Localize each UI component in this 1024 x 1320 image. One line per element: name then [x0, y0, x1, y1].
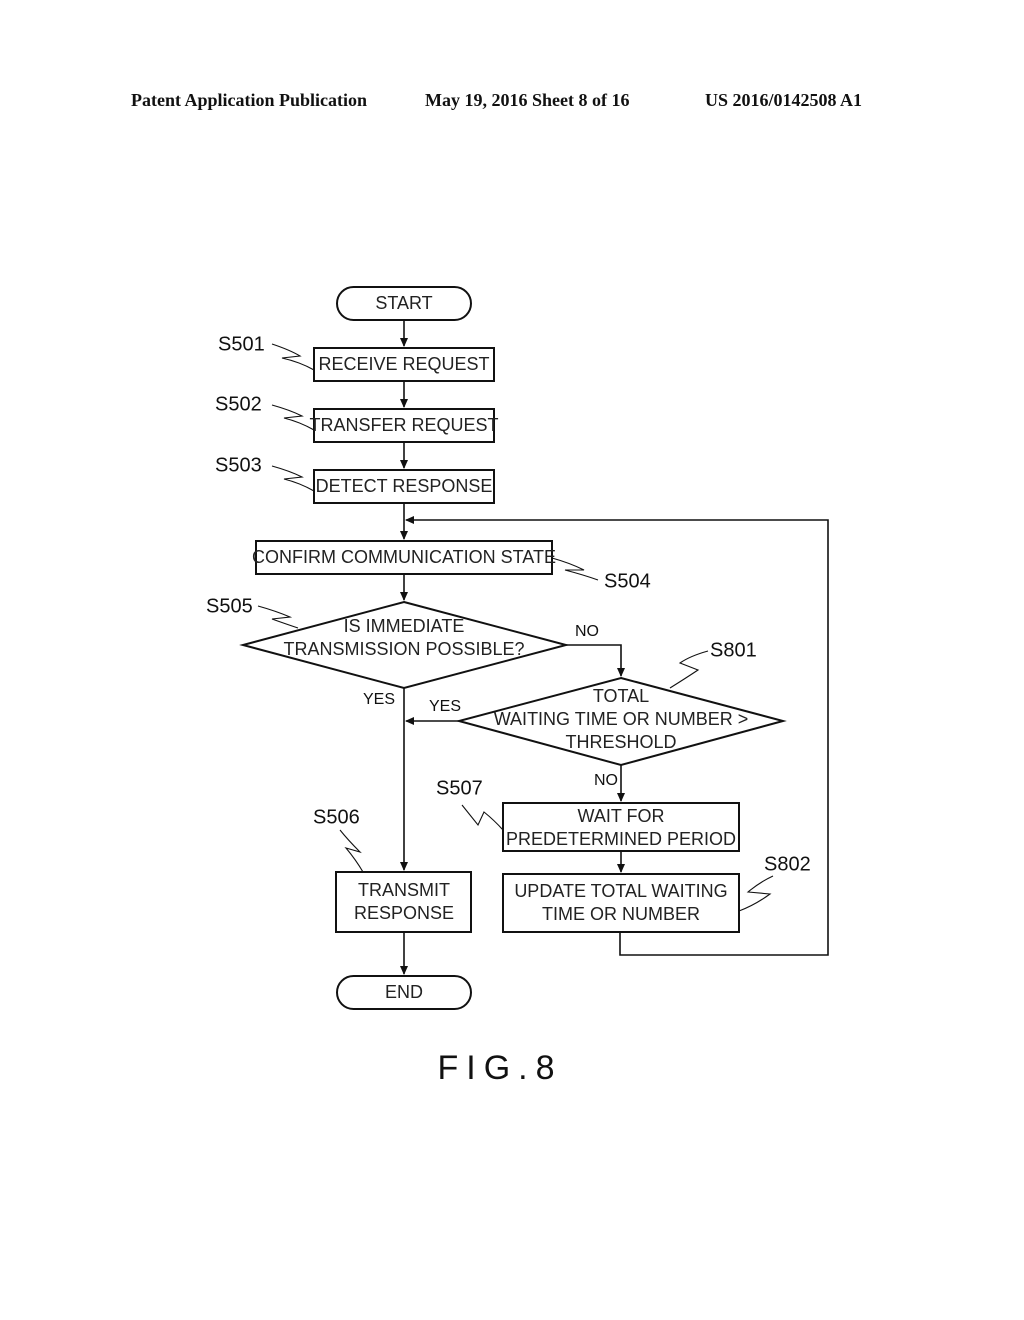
s505-no-label: NO [575, 623, 599, 640]
step-s502: TRANSFER REQUEST [309, 408, 499, 443]
s801-line1: TOTAL [593, 686, 649, 706]
s507-line2: PREDETERMINED PERIOD [506, 829, 736, 849]
decision-s505: IS IMMEDIATE TRANSMISSION POSSIBLE? [239, 600, 570, 690]
s801-no-label: NO [594, 772, 618, 789]
s507-line1: WAIT FOR [578, 806, 665, 826]
s504-leader [551, 557, 599, 581]
s506-line2: RESPONSE [354, 903, 454, 923]
s501-id: S501 [218, 333, 265, 355]
step-s501: RECEIVE REQUEST [313, 347, 495, 382]
s502-leader [271, 404, 315, 431]
end-label: END [385, 982, 423, 1002]
step-s503: DETECT RESPONSE [313, 469, 495, 504]
s802-leader [738, 875, 774, 912]
s505-leader [257, 605, 299, 629]
s505-line2: TRANSMISSION POSSIBLE? [283, 639, 524, 659]
decision-s801: TOTAL WAITING TIME OR NUMBER > THRESHOLD [455, 676, 787, 767]
s507-leader [461, 804, 504, 831]
s507-id: S507 [436, 777, 483, 799]
s801-line3: THRESHOLD [565, 732, 676, 752]
s802-line1: UPDATE TOTAL WAITING [514, 881, 727, 901]
s506-id: S506 [313, 806, 360, 828]
figure-label: FIG.8 [437, 1049, 562, 1087]
s504-id: S504 [604, 570, 651, 592]
s502-id: S502 [215, 393, 262, 415]
s802-id: S802 [764, 853, 811, 875]
s801-yes-label: YES [429, 698, 461, 715]
s801-leader [669, 650, 709, 689]
s503-leader [271, 465, 315, 492]
s505-yes-label: YES [363, 691, 395, 708]
s505-line1: IS IMMEDIATE [344, 616, 465, 636]
s504-label: CONFIRM COMMUNICATION STATE [252, 547, 556, 567]
s503-id: S503 [215, 454, 262, 476]
s501-label: RECEIVE REQUEST [318, 354, 489, 374]
step-s506: TRANSMIT RESPONSE [335, 871, 472, 933]
s506-leader [339, 829, 364, 873]
arrow-s505-no [566, 644, 625, 677]
s505-id: S505 [206, 595, 253, 617]
start-terminal: START [336, 286, 472, 321]
s801-line2: WAITING TIME OR NUMBER > [494, 709, 749, 729]
s506-line1: TRANSMIT [358, 880, 450, 900]
s502-label: TRANSFER REQUEST [309, 415, 498, 435]
s802-line2: TIME OR NUMBER [542, 904, 700, 924]
step-s504: CONFIRM COMMUNICATION STATE [252, 540, 556, 575]
flowchart: START RECEIVE REQUEST S501 TRANSFER REQU… [206, 286, 829, 1087]
s503-label: DETECT RESPONSE [316, 476, 493, 496]
step-s802: UPDATE TOTAL WAITING TIME OR NUMBER [502, 873, 740, 933]
start-label: START [375, 293, 432, 313]
end-terminal: END [336, 975, 472, 1010]
s801-id: S801 [710, 639, 757, 661]
s501-leader [271, 343, 315, 371]
step-s507: WAIT FOR PREDETERMINED PERIOD [502, 802, 740, 852]
